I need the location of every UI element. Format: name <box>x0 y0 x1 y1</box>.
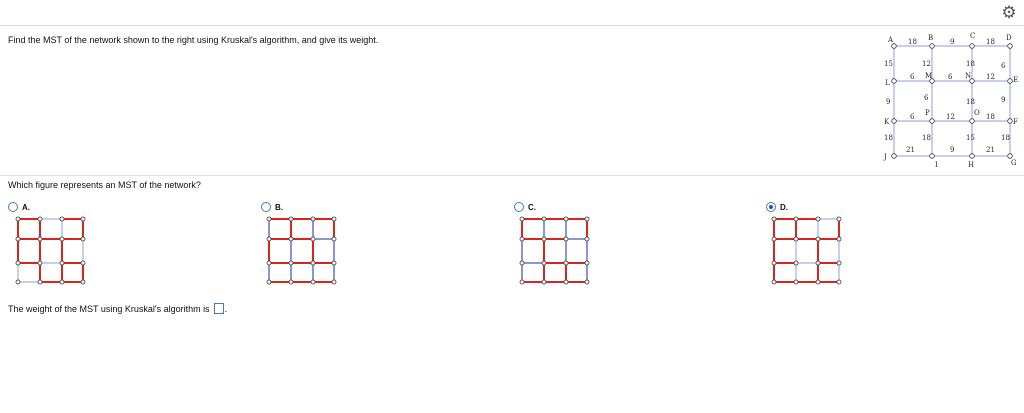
option-a[interactable]: A. <box>8 200 30 214</box>
vertex-label: F <box>1013 118 1018 126</box>
weight-prompt: The weight of the MST using Kruskal's al… <box>8 303 210 314</box>
edge-weight: 18 <box>1001 134 1010 142</box>
vertex-label: O <box>974 109 980 117</box>
vertex-label: N <box>965 72 971 80</box>
edge-weight: 6 <box>910 73 915 81</box>
edge-weight: 18 <box>966 60 975 68</box>
edge-weight: 9 <box>950 146 954 154</box>
option-a-label: A. <box>22 202 30 212</box>
edge-weight: 6 <box>1001 62 1006 70</box>
option-c-label: C. <box>528 202 536 212</box>
edge-weight: 21 <box>906 146 915 154</box>
top-divider <box>0 25 1024 26</box>
edge-weight: 12 <box>946 113 955 121</box>
edge-weight: 9 <box>886 98 890 106</box>
edge-weight: 18 <box>908 38 917 46</box>
option-b-radio[interactable] <box>261 202 271 212</box>
option-d-label: D. <box>780 202 788 212</box>
weight-suffix: . <box>224 303 228 314</box>
edge-weight: 18 <box>884 134 893 142</box>
weight-question: The weight of the MST using Kruskal's al… <box>8 303 227 314</box>
vertex-label: K <box>884 118 890 126</box>
edge-weight: 18 <box>966 98 975 106</box>
option-b-figure[interactable] <box>266 215 338 287</box>
weight-answer-input[interactable] <box>213 303 224 314</box>
option-b[interactable]: B. <box>261 200 283 214</box>
edge-weight: 12 <box>922 60 931 68</box>
vertex-label: L <box>885 79 890 87</box>
option-d-radio[interactable] <box>766 202 776 212</box>
vertex-label: I <box>935 161 938 169</box>
edge-weight: 15 <box>884 60 893 68</box>
option-a-figure[interactable] <box>15 215 87 287</box>
vertex-label: M <box>925 72 932 80</box>
edge-weight: 15 <box>966 134 975 142</box>
vertex-label: G <box>1011 159 1017 167</box>
vertex-label: A <box>887 36 894 44</box>
edge-weight: 18 <box>986 113 995 121</box>
section-divider <box>0 175 1024 176</box>
edge-weight: 9 <box>1001 96 1005 104</box>
vertex-label: P <box>925 109 930 117</box>
edge-weight: 6 <box>910 113 915 121</box>
option-c-radio[interactable] <box>514 202 524 212</box>
edge-weight: 6 <box>948 73 953 81</box>
edge-weight: 12 <box>986 73 995 81</box>
edge-weight: 6 <box>924 94 929 102</box>
network-diagram: A B C D L M N E K P O F J I H G 18 9 18 … <box>883 32 1018 169</box>
gear-icon[interactable]: ⚙ <box>1000 4 1018 22</box>
option-b-label: B. <box>275 202 283 212</box>
edge-weight: 18 <box>922 134 931 142</box>
option-d[interactable]: D. <box>766 200 788 214</box>
option-a-radio[interactable] <box>8 202 18 212</box>
vertex-label: C <box>970 32 975 40</box>
edge-weight: 9 <box>950 38 954 46</box>
edge-weight: 21 <box>986 146 995 154</box>
edge-weight: 18 <box>986 38 995 46</box>
vertex-label: E <box>1013 76 1018 84</box>
vertex-label: B <box>928 34 933 42</box>
question-text: Find the MST of the network shown to the… <box>8 35 379 45</box>
option-d-figure[interactable] <box>771 215 843 287</box>
vertex-label: J <box>883 153 887 161</box>
option-c[interactable]: C. <box>514 200 536 214</box>
vertex-label: H <box>968 161 974 169</box>
option-c-figure[interactable] <box>519 215 591 287</box>
vertex-label: D <box>1006 34 1012 42</box>
mst-prompt: Which figure represents an MST of the ne… <box>8 180 201 190</box>
